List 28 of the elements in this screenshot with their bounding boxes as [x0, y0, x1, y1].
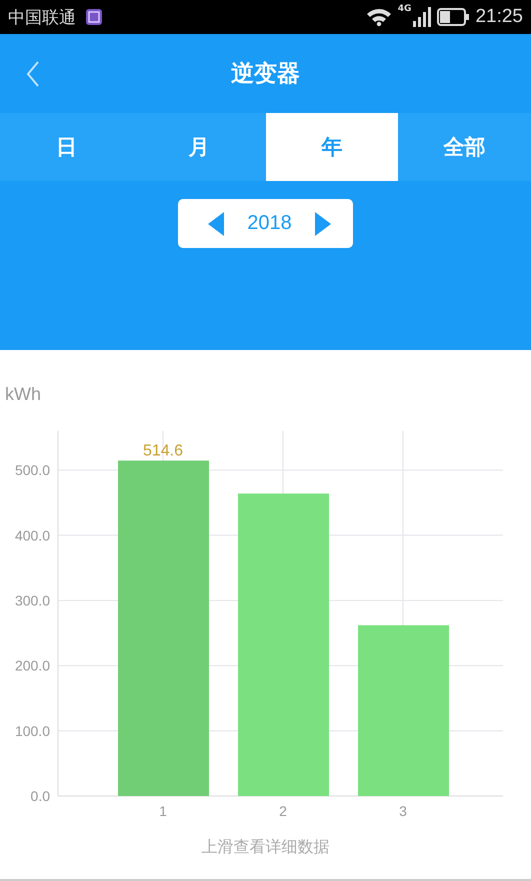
- y-axis-label: 500.0: [14, 462, 50, 478]
- swipe-hint: 上滑查看详细数据: [200, 837, 330, 858]
- page-title: 逆变器: [231, 60, 300, 89]
- next-arrow-icon[interactable]: [315, 212, 331, 236]
- period-tab[interactable]: 年: [266, 113, 398, 181]
- unit-label: kWh: [5, 384, 41, 405]
- carrier-name: 中国联通: [8, 6, 76, 28]
- period-tab[interactable]: 月: [132, 113, 266, 181]
- y-axis-label: 0.0: [30, 788, 50, 804]
- y-axis-label: 100.0: [14, 722, 50, 739]
- app-notification-icon: [86, 9, 102, 25]
- period-tab[interactable]: 日: [0, 113, 133, 181]
- wifi-icon: [366, 7, 392, 27]
- x-axis-label: 1: [159, 803, 167, 819]
- clock: 21:25: [475, 6, 523, 28]
- network-type-label: 4G: [398, 4, 412, 14]
- battery-icon: [437, 8, 470, 26]
- signal-icon: [413, 7, 432, 27]
- previous-arrow-icon[interactable]: [208, 212, 224, 236]
- y-axis-label: 400.0: [14, 527, 50, 544]
- y-axis-label: 300.0: [14, 592, 50, 608]
- back-icon[interactable]: [26, 61, 40, 87]
- x-axis-label: 2: [279, 803, 287, 819]
- y-axis-label: 200.0: [14, 658, 50, 674]
- year-value: 2018: [247, 212, 292, 235]
- x-axis-label: 3: [399, 803, 407, 819]
- value-label: 514.6: [142, 442, 184, 460]
- period-tab[interactable]: 全部: [398, 113, 531, 181]
